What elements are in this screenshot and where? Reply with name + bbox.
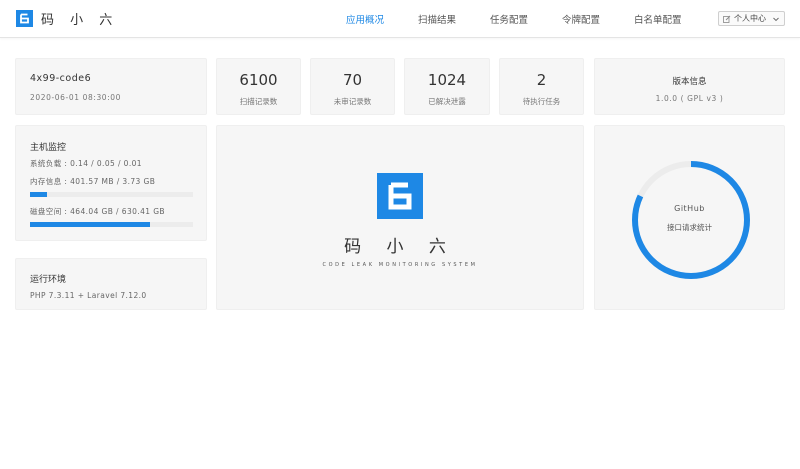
user-center-label: 个人中心 — [734, 14, 766, 23]
instance-info-card: 4x99-code6 2020-06-01 08:30:00 — [15, 58, 207, 115]
edit-icon — [723, 15, 731, 23]
brand-tagline: CODE LEAK MONITORING SYSTEM — [322, 262, 478, 268]
user-center-dropdown[interactable]: 个人中心 — [718, 11, 785, 26]
memory-usage-bar — [30, 192, 193, 197]
disk-usage-bar — [30, 222, 193, 227]
host-monitor-title: 主机监控 — [30, 143, 67, 153]
app-name[interactable]: 码 小 六 — [41, 9, 118, 28]
version-title: 版本信息 — [672, 77, 707, 87]
memory-usage-fill — [30, 192, 48, 197]
system-load-text: 系统负载 : 0.14 / 0.05 / 0.01 — [30, 159, 142, 168]
app-logo-icon[interactable] — [16, 10, 33, 27]
host-monitor-card: 主机监控 系统负载 : 0.14 / 0.05 / 0.01 内存信息 : 40… — [15, 125, 207, 241]
brand-text-wrap: 码 小 六 CODE LEAK MONITORING SYSTEM — [216, 0, 584, 469]
memory-info-text: 内存信息 : 401.57 MB / 3.73 GB — [30, 177, 156, 186]
brand-name: 码 小 六 — [344, 237, 456, 257]
version-info-card: 版本信息 1.0.0 ( GPL v3 ) — [594, 58, 785, 115]
github-stats-card: GitHub 接口请求统计 — [594, 125, 785, 310]
chevron-down-icon — [773, 17, 779, 22]
instance-datetime: 2020-06-01 08:30:00 — [30, 93, 122, 102]
nav-whitelist-config[interactable]: 白名单配置 — [634, 12, 682, 26]
runtime-env-title: 运行环境 — [30, 275, 67, 285]
instance-name: 4x99-code6 — [30, 73, 92, 84]
version-value: 1.0.0 ( GPL v3 ) — [655, 94, 724, 103]
disk-usage-fill — [30, 222, 150, 227]
ring-subtitle: 接口请求统计 — [667, 223, 712, 232]
github-ring-chart — [632, 161, 750, 279]
runtime-env-card: 运行环境 PHP 7.3.11 + Laravel 7.12.0 — [15, 258, 207, 310]
ring-title: GitHub — [674, 204, 705, 213]
runtime-env-value: PHP 7.3.11 + Laravel 7.12.0 — [30, 291, 147, 300]
disk-space-text: 磁盘空间 : 464.04 GB / 630.41 GB — [30, 207, 165, 216]
